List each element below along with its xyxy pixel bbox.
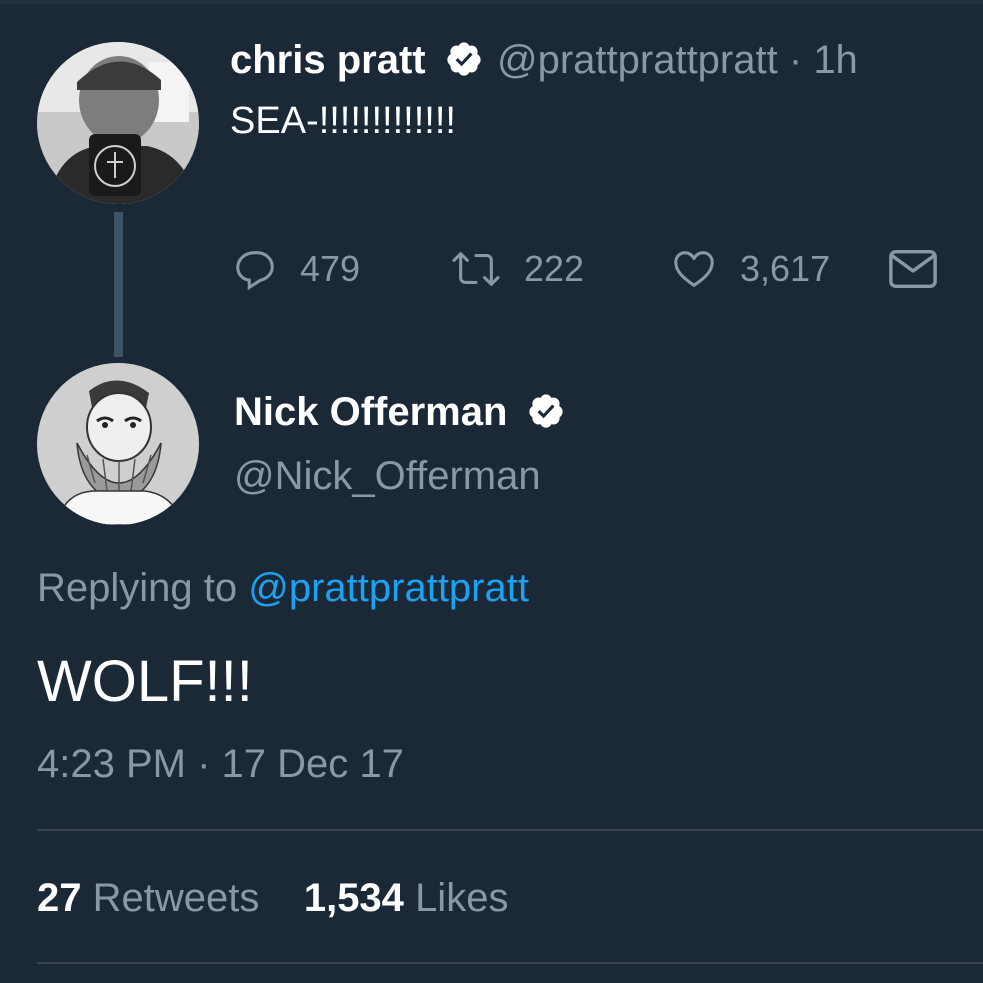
reply-count: 479 (300, 248, 361, 289)
author-handle[interactable]: @Nick_Offerman (234, 454, 541, 499)
like-button[interactable]: 3,617 (670, 244, 830, 294)
avatar-chris-pratt[interactable] (37, 42, 199, 204)
divider (37, 829, 983, 831)
mention-link[interactable]: @prattprattpratt (248, 566, 529, 610)
retweets-stat[interactable]: 27 Retweets (37, 876, 259, 920)
retweet-count: 222 (524, 248, 585, 289)
top-border (0, 0, 983, 4)
direct-message-button[interactable] (888, 244, 960, 294)
engagement-stats: 27 Retweets 1,534 Likes (37, 876, 508, 921)
tweet-text: WOLF!!! (37, 649, 253, 714)
author-handle-and-time[interactable]: @prattprattpratt · 1h (497, 38, 858, 83)
likes-stat[interactable]: 1,534 Likes (304, 876, 509, 920)
verified-icon (447, 42, 481, 77)
thread-connector (114, 212, 123, 357)
tweet-text: SEA-!!!!!!!!!!!!! (230, 100, 456, 142)
tweet-timestamp[interactable]: 4:23 PM · 17 Dec 17 (37, 742, 404, 787)
direct-message-icon (889, 249, 937, 289)
verified-icon (528, 394, 563, 429)
replying-to-label: Replying to (37, 566, 238, 610)
retweet-icon (452, 252, 500, 286)
divider (37, 962, 983, 964)
author-name[interactable]: Nick Offerman (234, 390, 565, 435)
author-name[interactable]: chris pratt (230, 38, 483, 83)
retweet-button[interactable]: 222 (450, 244, 584, 294)
like-count: 3,617 (740, 248, 831, 289)
reply-icon (236, 251, 274, 291)
replying-to: Replying to @prattprattpratt (37, 566, 529, 611)
avatar-nick-offerman[interactable] (37, 363, 199, 525)
like-icon (674, 251, 714, 287)
reply-button[interactable]: 479 (232, 244, 360, 294)
